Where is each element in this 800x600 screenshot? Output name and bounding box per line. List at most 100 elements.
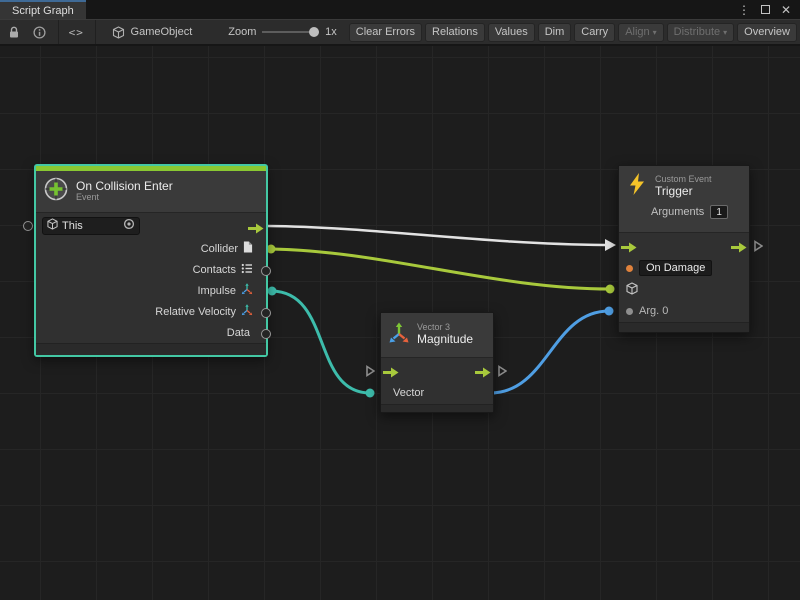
control-out-stub-icon[interactable] (498, 364, 507, 376)
code-icon[interactable]: <> (69, 26, 84, 39)
button-label: Relations (432, 26, 478, 38)
contacts-output-port[interactable] (261, 266, 271, 276)
port-label: Data (227, 327, 250, 339)
node-magnitude[interactable]: Vector 3 Magnitude Vector (380, 312, 494, 413)
target-value: This (62, 220, 83, 232)
button-label: Align (625, 26, 649, 38)
tab-label: Script Graph (12, 5, 74, 17)
output-row-data: Data (36, 322, 266, 343)
zoom-slider[interactable] (262, 27, 319, 37)
node-header[interactable]: Custom Event Trigger Arguments 1 (619, 166, 749, 233)
control-output-port[interactable] (248, 221, 264, 232)
wire-control-arrowhead (605, 239, 616, 251)
node-footer (381, 404, 493, 412)
wire-impulse-to-vector[interactable] (272, 291, 370, 393)
tab-bar: Script Graph ⋮ ✕ (0, 0, 800, 19)
this-input-port[interactable] (23, 221, 33, 231)
collider-output-port[interactable] (267, 245, 276, 254)
carry-button[interactable]: Carry (574, 23, 615, 42)
output-row-contacts: Contacts (36, 259, 266, 280)
vector-input-row: Vector (381, 382, 493, 404)
button-label: Dim (545, 26, 565, 38)
tab-script-graph[interactable]: Script Graph (0, 0, 86, 19)
vector-input-port[interactable] (366, 389, 375, 398)
event-name-field[interactable]: On Damage (639, 260, 712, 276)
arguments-input[interactable]: 1 (710, 205, 728, 219)
control-out-stub-icon[interactable] (754, 239, 763, 251)
graph-toolbar: <> GameObject Zoom 1x Clear Errors Relat… (0, 19, 800, 45)
wire-collider-to-target[interactable] (271, 249, 610, 289)
graph-canvas[interactable]: On Collision Enter Event This Collid (0, 46, 800, 600)
button-label: Clear Errors (356, 26, 415, 38)
control-in-stub-icon[interactable] (366, 364, 375, 376)
vector3-icon (388, 322, 410, 349)
cube-icon (626, 282, 638, 298)
dropdown-arrow-icon: ▾ (653, 28, 657, 37)
event-name-port[interactable] (626, 265, 633, 272)
button-label: Values (495, 26, 528, 38)
node-on-collision-enter[interactable]: On Collision Enter Event This Collid (35, 165, 267, 356)
node-footer (36, 343, 266, 355)
list-icon (241, 263, 253, 277)
arg0-port[interactable] (626, 308, 633, 315)
unity-window: Script Graph ⋮ ✕ <> GameObject Zoom 1x C… (0, 0, 800, 600)
lightning-icon (625, 172, 649, 201)
node-title: Magnitude (417, 333, 473, 346)
impulse-output-port[interactable] (268, 287, 277, 296)
node-header[interactable]: On Collision Enter Event (36, 171, 266, 213)
control-output-port[interactable] (475, 365, 491, 376)
port-label: Contacts (193, 264, 236, 276)
event-name-row: On Damage (619, 257, 749, 279)
node-title: Trigger (655, 185, 712, 198)
control-input-port[interactable] (621, 240, 637, 251)
info-icon[interactable] (33, 26, 46, 39)
align-button[interactable]: Align ▾ (618, 23, 663, 42)
distribute-button[interactable]: Distribute▾ (667, 23, 734, 42)
button-label: Overview (744, 26, 790, 38)
close-icon[interactable]: ✕ (781, 3, 791, 17)
arguments-label: Arguments (651, 206, 704, 218)
clear-errors-button[interactable]: Clear Errors (349, 23, 422, 42)
values-button[interactable]: Values (488, 23, 535, 42)
port-label: Relative Velocity (155, 306, 236, 318)
button-label: Carry (581, 26, 608, 38)
arg0-input-port[interactable] (605, 307, 614, 316)
dropdown-arrow-icon: ▾ (723, 28, 727, 37)
output-row-relative-velocity: Relative Velocity (36, 301, 266, 322)
node-trigger-custom-event[interactable]: Custom Event Trigger Arguments 1 On Dama… (618, 165, 750, 333)
relations-button[interactable]: Relations (425, 23, 485, 42)
event-target-input-port[interactable] (606, 285, 615, 294)
vector3-icon (241, 304, 253, 319)
zoom-label: Zoom (228, 26, 256, 38)
overview-button[interactable]: Overview (737, 23, 797, 42)
data-output-port[interactable] (261, 329, 271, 339)
port-label: Vector (393, 387, 424, 399)
document-icon (243, 241, 253, 256)
maximize-icon[interactable] (761, 5, 770, 14)
node-header[interactable]: Vector 3 Magnitude (381, 313, 493, 358)
wire-control-flow[interactable] (268, 226, 605, 245)
port-label: Collider (201, 243, 238, 255)
output-row-impulse: Impulse (36, 280, 266, 301)
toolbar-separator (95, 19, 96, 45)
menu-icon[interactable]: ⋮ (738, 3, 750, 17)
node-footer (619, 322, 749, 332)
lock-icon[interactable] (8, 26, 20, 39)
control-input-port[interactable] (383, 365, 399, 376)
gameobject-label[interactable]: GameObject (131, 26, 193, 38)
output-row-collider: Collider (36, 238, 266, 259)
relative-velocity-output-port[interactable] (261, 308, 271, 318)
target-field[interactable]: This (42, 217, 140, 235)
zoom-slider-handle[interactable] (309, 27, 319, 37)
gameobject-icon (112, 26, 125, 39)
target-row (619, 279, 749, 300)
control-row (619, 233, 749, 257)
arg0-row: Arg. 0 (619, 300, 749, 322)
dim-button[interactable]: Dim (538, 23, 572, 42)
wire-magnitude-to-arg0[interactable] (490, 311, 609, 393)
button-label: Distribute (674, 26, 720, 38)
cube-icon (47, 218, 58, 233)
collision-event-icon (43, 176, 69, 207)
target-picker-icon[interactable] (123, 218, 135, 233)
control-output-port[interactable] (731, 240, 747, 251)
